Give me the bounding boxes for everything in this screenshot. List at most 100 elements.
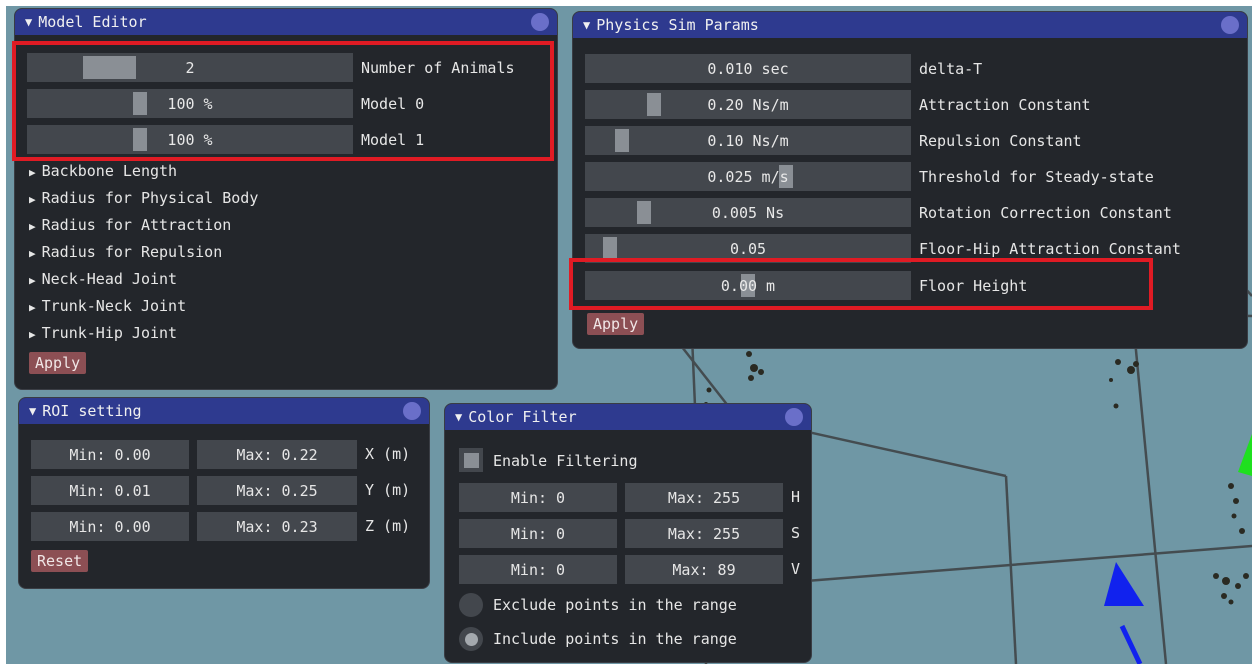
tree-item-label: Trunk-Hip Joint	[41, 324, 178, 342]
saturation-min-field[interactable]: Min: 0	[459, 519, 617, 548]
param-value: 0.10 Ns/m	[707, 131, 789, 150]
radio-selected-dot	[464, 632, 478, 646]
model-1-slider[interactable]: 100 %	[27, 125, 353, 154]
enable-filtering-label: Enable Filtering	[493, 452, 638, 470]
close-icon[interactable]	[531, 13, 549, 31]
value-max-field[interactable]: Max: 89	[625, 555, 783, 584]
exclude-label: Exclude points in the range	[493, 596, 737, 614]
roi-titlebar[interactable]: ▼ ROI setting	[19, 398, 429, 424]
tree-item-label: Radius for Repulsion	[41, 243, 223, 261]
param-label: Floor Height	[919, 276, 1028, 295]
tree-item-radius-physical-body[interactable]: ▶ Radius for Physical Body	[29, 189, 258, 207]
param-label: Floor-Hip Attraction Constant	[919, 239, 1181, 258]
roi-x-min-field[interactable]: Min: 0.00	[31, 440, 189, 469]
color-filter-titlebar[interactable]: ▼ Color Filter	[445, 404, 811, 430]
repulsion-constant-slider[interactable]: 0.10 Ns/m	[585, 126, 911, 155]
slider-row: 2 Number of Animals	[27, 53, 515, 82]
hue-min-field[interactable]: Min: 0	[459, 483, 617, 512]
close-icon[interactable]	[403, 402, 421, 420]
model-editor-titlebar[interactable]: ▼ Model Editor	[15, 9, 557, 35]
slider-row: 100 % Model 1	[27, 125, 424, 154]
hue-max-field[interactable]: Max: 255	[625, 483, 783, 512]
value-min-field[interactable]: Min: 0	[459, 555, 617, 584]
param-row: 0.05 Floor-Hip Attraction Constant	[585, 234, 1181, 263]
param-value: 0.20 Ns/m	[707, 95, 789, 114]
param-row: 0.025 m/s Threshold for Steady-state	[585, 162, 1154, 191]
roi-z-min-field[interactable]: Min: 0.00	[31, 512, 189, 541]
param-label: Attraction Constant	[919, 95, 1091, 114]
attraction-constant-slider[interactable]: 0.20 Ns/m	[585, 90, 911, 119]
model-0-slider[interactable]: 100 %	[27, 89, 353, 118]
physics-titlebar[interactable]: ▼ Physics Sim Params	[573, 12, 1247, 38]
window-title: Color Filter	[468, 408, 577, 426]
slider-grab[interactable]	[615, 129, 629, 152]
collapse-triangle-icon[interactable]: ▼	[583, 18, 590, 32]
collapse-triangle-icon[interactable]: ▼	[25, 15, 32, 29]
color-filter-window: ▼ Color Filter Enable Filtering Min: 0 M…	[444, 403, 812, 663]
tree-item-backbone-length[interactable]: ▶ Backbone Length	[29, 162, 177, 180]
roi-y-max-field[interactable]: Max: 0.25	[197, 476, 357, 505]
param-value: 0.05	[729, 239, 767, 258]
tree-item-label: Backbone Length	[41, 162, 178, 180]
apply-button[interactable]: Apply	[29, 352, 87, 374]
tree-item-trunk-hip-joint[interactable]: ▶ Trunk-Hip Joint	[29, 324, 177, 342]
slider-grab[interactable]	[603, 237, 617, 260]
slider-grab[interactable]	[83, 56, 136, 79]
tree-item-label: Trunk-Neck Joint	[41, 297, 187, 315]
roi-x-max-field[interactable]: Max: 0.22	[197, 440, 357, 469]
floor-hip-attraction-slider[interactable]: 0.05	[585, 234, 911, 263]
slider-label: Model 0	[361, 94, 425, 113]
axis-label: X (m)	[365, 445, 411, 463]
tree-item-trunk-neck-joint[interactable]: ▶ Trunk-Neck Joint	[29, 297, 186, 315]
close-icon[interactable]	[785, 408, 803, 426]
tree-item-label: Neck-Head Joint	[41, 270, 178, 288]
slider-grab[interactable]	[133, 92, 147, 115]
expand-arrow-icon: ▶	[29, 274, 36, 287]
tree-item-neck-head-joint[interactable]: ▶ Neck-Head Joint	[29, 270, 177, 288]
slider-value: 2	[185, 58, 195, 77]
expand-arrow-icon: ▶	[29, 166, 36, 179]
expand-arrow-icon: ▶	[29, 220, 36, 233]
roi-y-min-field[interactable]: Min: 0.01	[31, 476, 189, 505]
number-of-animals-slider[interactable]: 2	[27, 53, 353, 82]
param-row: 0.010 sec delta-T	[585, 54, 982, 83]
param-value: 0.00 m	[720, 276, 776, 295]
reset-button[interactable]: Reset	[31, 550, 89, 572]
slider-grab[interactable]	[647, 93, 661, 116]
roi-z-max-field[interactable]: Max: 0.23	[197, 512, 357, 541]
param-value: 0.010 sec	[707, 59, 789, 78]
collapse-triangle-icon[interactable]: ▼	[455, 410, 462, 424]
window-title: Physics Sim Params	[596, 16, 759, 34]
floor-height-slider[interactable]: 0.00 m	[585, 271, 911, 300]
tree-item-radius-attraction[interactable]: ▶ Radius for Attraction	[29, 216, 231, 234]
roi-setting-window: ▼ ROI setting Min: 0.00 Max: 0.22 X (m) …	[18, 397, 430, 589]
param-label: Rotation Correction Constant	[919, 203, 1172, 222]
exclude-radio[interactable]	[459, 593, 483, 617]
checkbox-box	[463, 452, 479, 468]
channel-label: H	[791, 488, 801, 506]
close-icon[interactable]	[1221, 16, 1239, 34]
param-value: 0.005 Ns	[711, 203, 785, 222]
param-row: 0.20 Ns/m Attraction Constant	[585, 90, 1091, 119]
collapse-triangle-icon[interactable]: ▼	[29, 404, 36, 418]
tree-item-label: Radius for Physical Body	[41, 189, 259, 207]
param-row: 0.10 Ns/m Repulsion Constant	[585, 126, 1082, 155]
param-value: 0.025 m/s	[707, 167, 789, 186]
window-title: Model Editor	[38, 13, 147, 31]
slider-label: Number of Animals	[361, 58, 515, 77]
delta-t-slider[interactable]: 0.010 sec	[585, 54, 911, 83]
axis-label: Z (m)	[365, 517, 411, 535]
enable-filtering-checkbox[interactable]	[459, 448, 483, 472]
slider-grab[interactable]	[133, 128, 147, 151]
tree-item-radius-repulsion[interactable]: ▶ Radius for Repulsion	[29, 243, 222, 261]
slider-grab[interactable]	[637, 201, 651, 224]
apply-button[interactable]: Apply	[587, 313, 645, 335]
steady-state-threshold-slider[interactable]: 0.025 m/s	[585, 162, 911, 191]
param-label: Repulsion Constant	[919, 131, 1082, 150]
physics-sim-params-window: ▼ Physics Sim Params 0.010 sec delta-T 0…	[572, 11, 1248, 349]
rotation-correction-slider[interactable]: 0.005 Ns	[585, 198, 911, 227]
include-label: Include points in the range	[493, 630, 737, 648]
saturation-max-field[interactable]: Max: 255	[625, 519, 783, 548]
channel-label: S	[791, 524, 801, 542]
include-radio[interactable]	[459, 627, 483, 651]
